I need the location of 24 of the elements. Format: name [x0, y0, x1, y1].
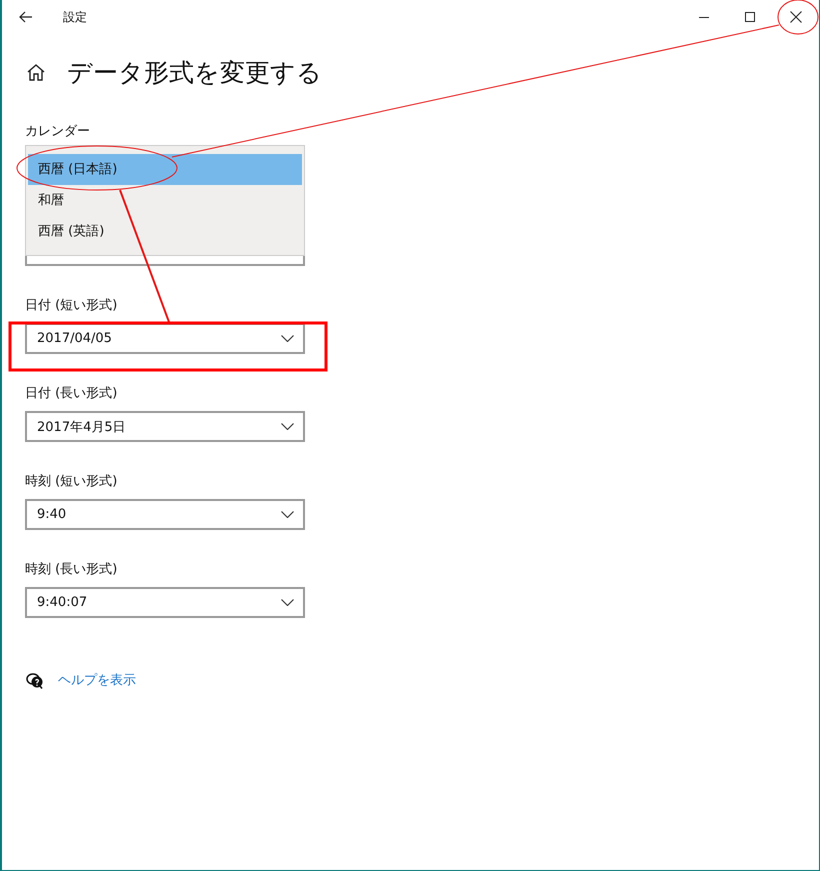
dropdown-field[interactable]: 2017年4月5日 [25, 411, 305, 442]
help-chat-icon [26, 672, 44, 688]
field-label: 時刻 (短い形式) [25, 474, 118, 489]
dropdown-option[interactable]: 西暦 (英語) [28, 216, 302, 247]
field-label: 日付 (短い形式) [25, 298, 118, 313]
chevron-down-icon [281, 599, 294, 606]
dropdown-field[interactable]: 9:40:07 [25, 587, 305, 618]
dropdown-option[interactable]: 西暦 (日本語) [28, 154, 302, 185]
chevron-down-icon [281, 423, 294, 430]
close-icon [790, 11, 802, 23]
dropdown-field[interactable]: 9:40 [25, 499, 305, 530]
field-label: 日付 (長い形式) [25, 386, 118, 401]
field-label: カレンダー [25, 124, 90, 139]
field-label: 時刻 (長い形式) [25, 562, 118, 577]
window-title: 設定 [63, 8, 87, 26]
page-title: データ形式を変更する [67, 56, 322, 88]
maximize-icon [745, 12, 755, 22]
chevron-down-icon [281, 335, 294, 342]
dropdown-field[interactable]: 2017/04/05 [25, 323, 305, 354]
chevron-down-icon [281, 511, 294, 518]
back-icon[interactable] [19, 11, 33, 23]
dropdown-option[interactable]: 和暦 [28, 185, 302, 216]
help-link[interactable]: ヘルプを表示 [58, 671, 136, 689]
home-icon[interactable] [27, 64, 45, 80]
